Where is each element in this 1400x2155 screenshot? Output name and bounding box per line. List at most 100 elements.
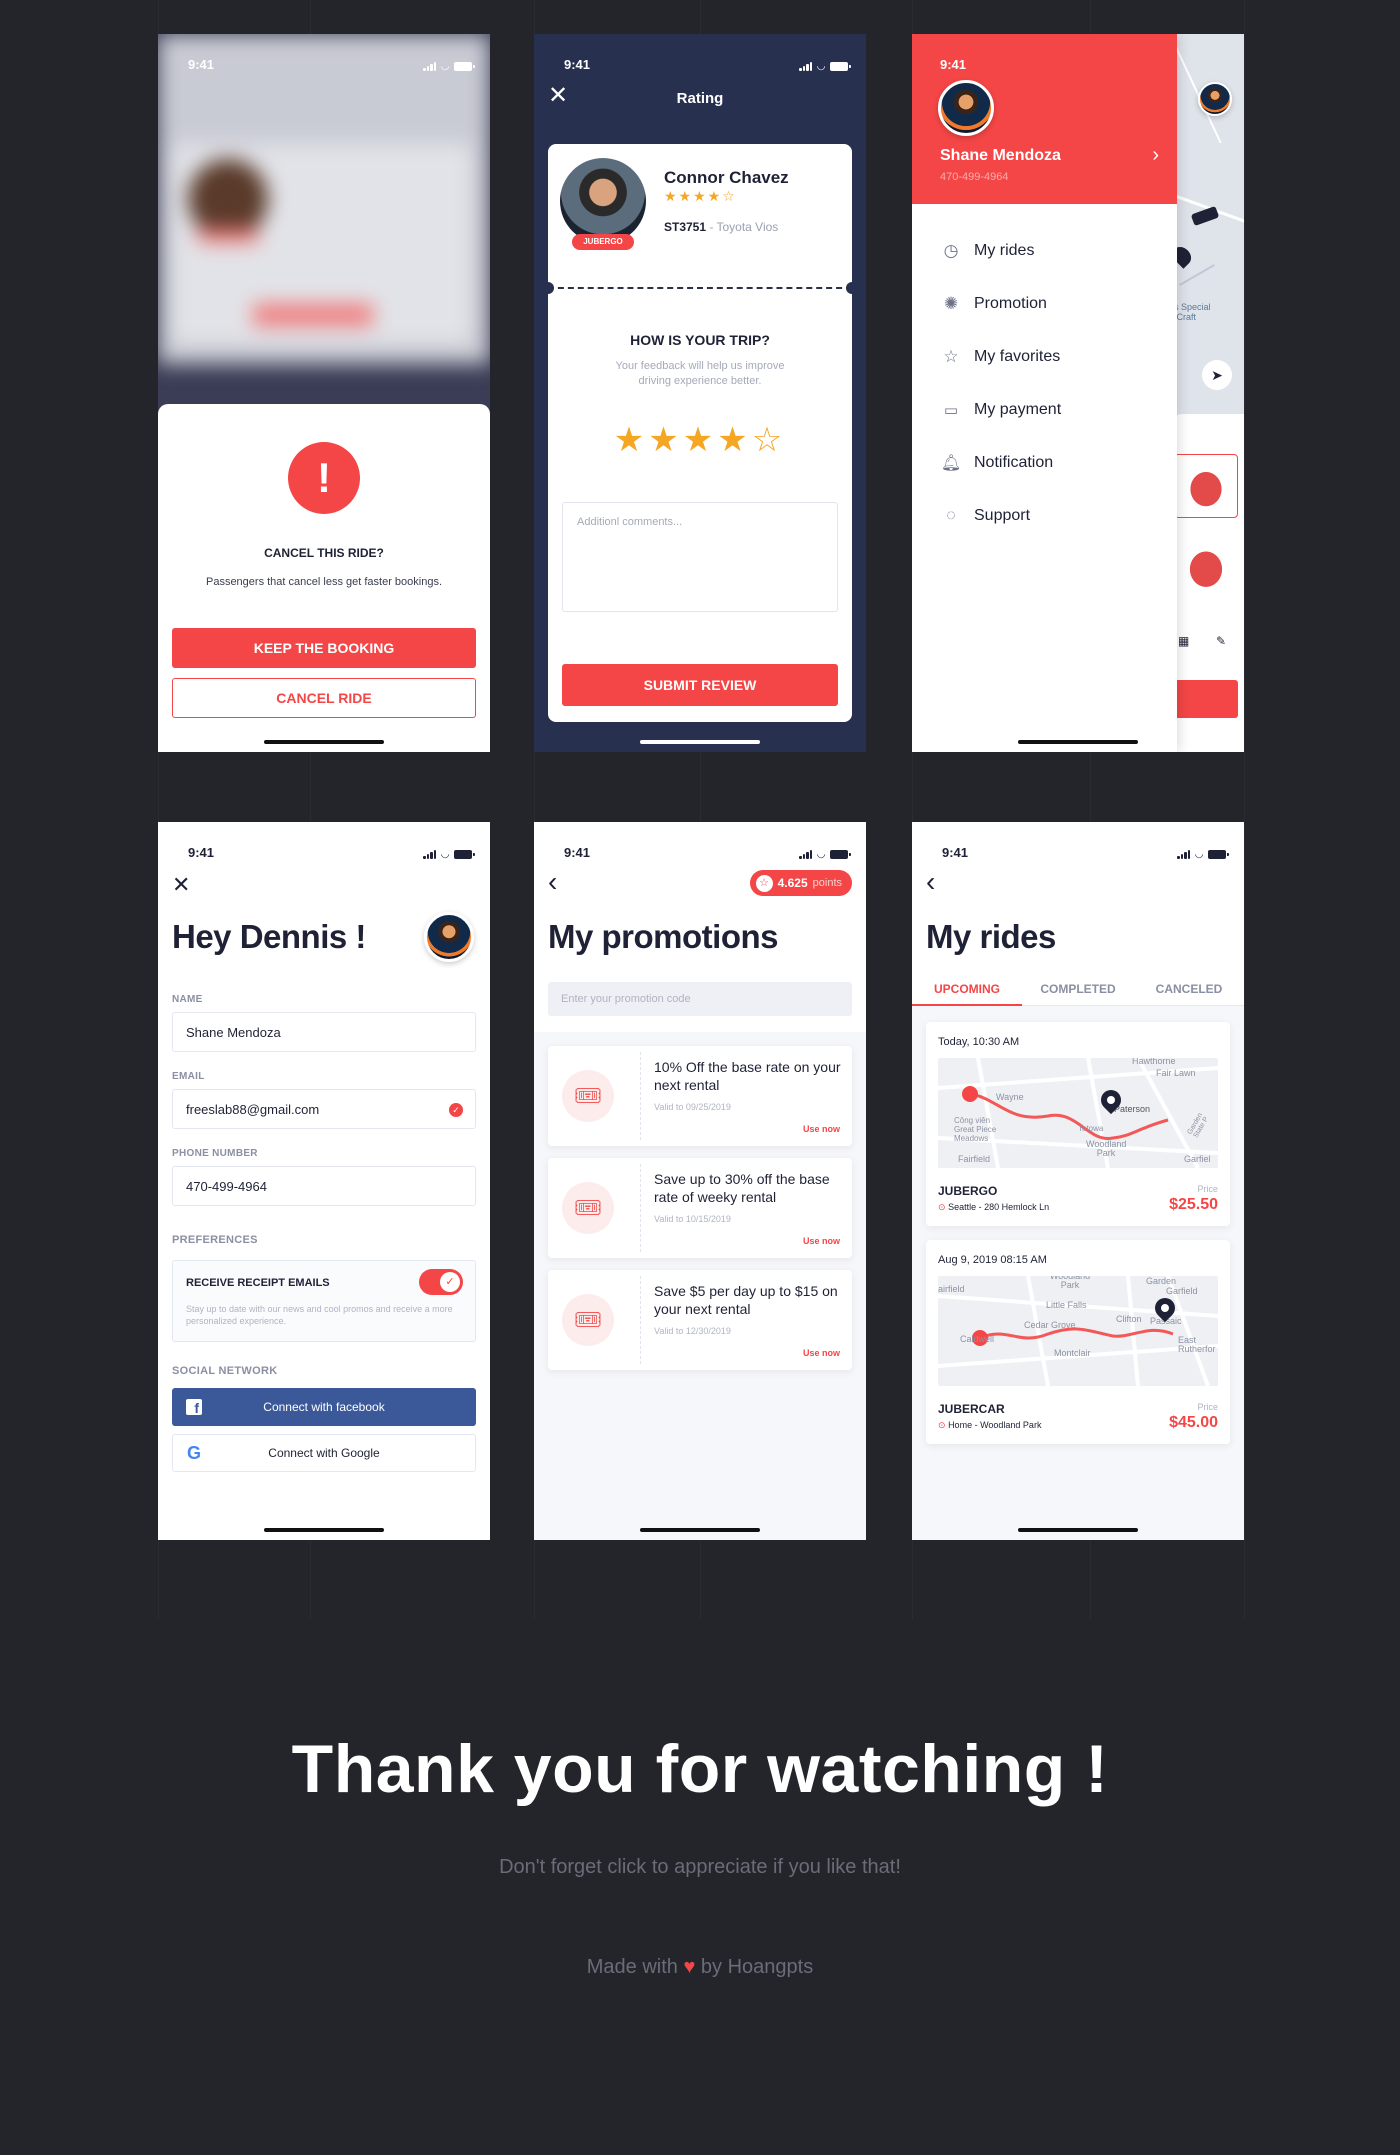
menu-item-support[interactable]: ◌ Support <box>940 489 1167 542</box>
footer-subtitle: Don't forget click to appreciate if you … <box>499 1856 901 1878</box>
cancel-ride-button[interactable]: CANCEL RIDE <box>172 678 476 718</box>
back-icon[interactable]: ‹ <box>926 866 935 898</box>
points-badge[interactable]: ☆ 4.625 points <box>749 870 852 896</box>
rides-title: My rides <box>926 918 1056 955</box>
user-avatar <box>938 80 994 136</box>
promo-valid: Valid to 09/25/2019 <box>654 1102 731 1112</box>
map-label: Fair Lawn <box>1156 1068 1196 1078</box>
menu-item-promotion[interactable]: ✺ Promotion <box>940 277 1167 330</box>
tab-upcoming[interactable]: UPCOMING <box>912 982 1022 996</box>
rating-screen: 9:41 ◡ ✕ Rating JUBERGO Connor Chavez ★★… <box>534 34 866 752</box>
driver-stars: ★★★★☆ <box>664 188 737 204</box>
promo-code-input[interactable]: Enter your promotion code <box>548 982 852 1016</box>
home-indicator <box>640 1528 760 1532</box>
status-bar: 9:41 ◡ <box>158 822 490 860</box>
close-icon[interactable]: ✕ <box>172 872 190 898</box>
star-rating[interactable]: ★★★★☆ <box>548 420 852 460</box>
back-icon[interactable]: ‹ <box>548 866 557 898</box>
car-info: ST3751 - Toyota Vios <box>664 220 779 234</box>
receipt-title: RECEIVE RECEIPT EMAILS <box>186 1277 330 1289</box>
phone-field[interactable]: 470-499-4964 <box>172 1166 476 1206</box>
use-now-link[interactable]: Use now <box>803 1236 840 1246</box>
menu-item-notification[interactable]: 🔔︎ Notification <box>940 436 1167 489</box>
map-label: Caldwell <box>960 1334 995 1344</box>
ride-route: ⊙ Seattle - 280 Hemlock Ln <box>938 1202 1049 1213</box>
edit-icon[interactable]: ✎ <box>1216 634 1226 648</box>
use-now-link[interactable]: Use now <box>803 1348 840 1358</box>
name-field[interactable]: Shane Mendoza <box>172 1012 476 1052</box>
trip-question: HOW IS YOUR TRIP? <box>630 332 770 348</box>
menu-item-my-rides[interactable]: ◷ My rides <box>940 224 1167 277</box>
made-with-text: Made with <box>586 1956 678 1978</box>
comment-textarea[interactable]: Additionl comments... <box>562 502 838 612</box>
status-bar: 9:41 ◡ <box>158 34 490 72</box>
ride-date: Today, 10:30 AM <box>938 1036 1020 1048</box>
promo-card[interactable]: 🎟︎ 10% Off the base rate on your next re… <box>548 1046 852 1146</box>
cancel-ride-screen: 9:41 ◡ ! CANCEL THIS RIDE? Passengers th… <box>158 34 490 752</box>
use-now-link[interactable]: Use now <box>803 1124 840 1134</box>
alert-icon: ! <box>288 442 360 514</box>
keep-booking-button[interactable]: KEEP THE BOOKING <box>172 628 476 668</box>
menu-label: My payment <box>974 400 1062 418</box>
rating-card: JUBERGO Connor Chavez ★★★★☆ ST3751 - Toy… <box>542 144 858 722</box>
map-label: Hawthorne <box>1132 1058 1176 1066</box>
ride-card[interactable]: Today, 10:30 AM Hawthorne Fair Lawn Wayn… <box>926 1022 1230 1226</box>
chevron-right-icon[interactable]: › <box>1152 144 1159 167</box>
menu-item-my-payment[interactable]: ▭ My payment <box>940 383 1167 436</box>
card-icon: ▭ <box>943 401 959 419</box>
status-time: 9:41 <box>188 57 215 72</box>
facebook-button[interactable]: f Connect with facebook <box>172 1388 476 1426</box>
map-label: Fairfield <box>958 1154 991 1164</box>
map-label: Clifton <box>1116 1314 1142 1324</box>
ride-price: $45.00 <box>1169 1414 1218 1431</box>
calendar-icon[interactable]: ▦ <box>1178 634 1189 648</box>
receipt-desc: Stay up to date with our news and cool p… <box>186 1304 453 1326</box>
map-label: Wayne <box>996 1092 1024 1102</box>
home-indicator <box>640 740 760 744</box>
submit-review-button[interactable]: SUBMIT REVIEW <box>562 664 838 706</box>
promo-card[interactable]: 🎟︎ Save $5 per day up to $15 on your nex… <box>548 1270 852 1370</box>
map-label: East Rutherfor <box>1178 1335 1216 1354</box>
profile-avatar[interactable] <box>424 912 474 962</box>
promo-valid: Valid to 12/30/2019 <box>654 1326 731 1336</box>
promo-code-placeholder: Enter your promotion code <box>561 993 691 1005</box>
google-label: Connect with Google <box>268 1446 380 1460</box>
email-field[interactable]: freeslab88@gmail.com ✓ <box>172 1089 476 1129</box>
ticket-icon: 🎟︎ <box>562 1070 614 1122</box>
ride-map: Hawthorne Fair Lawn Wayne Paterson Công … <box>938 1058 1218 1168</box>
tab-canceled[interactable]: CANCELED <box>1134 982 1244 996</box>
map-avatar[interactable] <box>1198 82 1232 116</box>
home-indicator <box>264 1528 384 1532</box>
receipt-toggle[interactable]: ✓ <box>419 1269 463 1295</box>
status-bar: 9:41 ◡ <box>534 34 866 72</box>
home-indicator <box>1018 1528 1138 1532</box>
ride-map: Woodland Park Garden Garfield airfield L… <box>938 1276 1218 1386</box>
menu-label: My rides <box>974 241 1035 259</box>
map-label: Woodland Park <box>1086 1139 1127 1158</box>
ride-card[interactable]: Aug 9, 2019 08:15 AM Woodland Park Garde… <box>926 1240 1230 1444</box>
tab-completed[interactable]: COMPLETED <box>1023 982 1133 996</box>
map-label: Montclair <box>1054 1348 1091 1358</box>
points-unit: points <box>812 877 842 889</box>
route-text: Home - Woodland Park <box>948 1420 1042 1430</box>
navigate-icon[interactable]: ➤ <box>1202 360 1232 390</box>
ticket-icon: 🎟︎ <box>562 1182 614 1234</box>
profile-screen: 9:41 ◡ ✕ Hey Dennis ! NAME Shane Mendoza… <box>158 822 490 1540</box>
driver-badge: JUBERGO <box>572 234 634 250</box>
promo-valid: Valid to 10/15/2019 <box>654 1214 731 1224</box>
menu-item-my-favorites[interactable]: ☆ My favorites <box>940 330 1167 383</box>
comment-placeholder: Additionl comments... <box>577 516 683 528</box>
promo-title: 10% Off the base rate on your next renta… <box>654 1059 841 1093</box>
status-bar: 9:41 ◡ <box>534 822 866 860</box>
map-label: s Special Craft <box>1174 302 1211 322</box>
promo-card[interactable]: 🎟︎ Save up to 30% off the base rate of w… <box>548 1158 852 1258</box>
google-button[interactable]: G Connect with Google <box>172 1434 476 1472</box>
status-time: 9:41 <box>940 57 967 72</box>
ride-price: $25.50 <box>1169 1196 1218 1213</box>
rides-tabs: UPCOMING COMPLETED CANCELED <box>912 978 1244 1006</box>
home-indicator <box>264 740 384 744</box>
menu-list: ◷ My rides ✺ Promotion ☆ My favorites ▭ My p… <box>940 224 1167 542</box>
drawer-header[interactable]: 9:41 Shane Mendoza 470-499-4964 › <box>912 34 1177 204</box>
map-label: Garfiel <box>1184 1154 1211 1164</box>
heart-icon: ♥ <box>683 1956 696 1978</box>
